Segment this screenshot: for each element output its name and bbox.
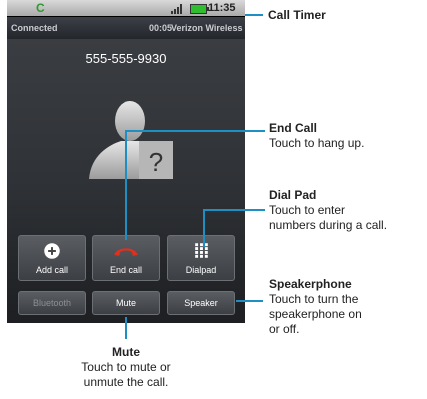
speakerphone-title: Speakerphone <box>269 277 352 291</box>
speakerphone-desc-3: or off. <box>269 322 300 336</box>
end-call-callout: End Call Touch to hang up. <box>269 121 364 151</box>
dialpad-callout-line-v <box>203 209 205 247</box>
speakerphone-callout-line <box>236 300 263 302</box>
bluetooth-label: Bluetooth <box>32 298 72 308</box>
add-icon <box>44 243 60 259</box>
dial-pad-title: Dial Pad <box>269 188 317 202</box>
call-timer-callout-line <box>245 14 263 16</box>
speaker-button[interactable]: Speaker <box>167 291 235 315</box>
carrier-name: Verizon Wireless <box>171 23 243 33</box>
phone-number: 555-555-9930 <box>85 51 167 66</box>
dialpad-label: Dialpad <box>185 265 217 275</box>
dial-pad-callout: Dial Pad Touch to enter numbers during a… <box>269 188 387 233</box>
dial-pad-desc-2: numbers during a call. <box>269 218 388 232</box>
end-call-label: End call <box>109 265 143 275</box>
dialpad-callout-line-h <box>203 209 265 211</box>
end-call-title: End Call <box>269 121 318 135</box>
mute-desc-2: unmute the call. <box>83 375 169 389</box>
end-call-callout-line-v <box>125 130 127 240</box>
mute-title: Mute <box>112 345 140 359</box>
mute-desc-1: Touch to mute or <box>81 360 171 374</box>
end-call-button[interactable]: End call <box>92 235 160 281</box>
dialpad-icon <box>195 243 208 258</box>
add-call-label: Add call <box>35 265 69 275</box>
speakerphone-desc-2: speakerphone on <box>269 307 362 321</box>
dialpad-button[interactable]: Dialpad <box>167 235 235 281</box>
carrier-indicator: C <box>36 1 45 15</box>
mute-callout-line <box>125 317 127 339</box>
mute-button[interactable]: Mute <box>92 291 160 315</box>
mute-callout: Mute Touch to mute or unmute the call. <box>48 345 204 390</box>
speakerphone-desc-1: Touch to turn the <box>269 292 359 306</box>
speakerphone-callout: Speakerphone Touch to turn the speakerph… <box>269 277 362 337</box>
unknown-contact-mark: ? <box>149 147 163 177</box>
battery-icon <box>190 4 209 14</box>
call-timer-title: Call Timer <box>268 8 326 22</box>
end-call-callout-line-h <box>125 130 265 132</box>
mute-label: Mute <box>115 298 136 308</box>
add-call-button[interactable]: Add call <box>18 235 86 281</box>
contact-avatar-icon: ? <box>89 101 173 179</box>
signal-icon <box>171 4 183 14</box>
call-info-bar: Connected 00:05 Verizon Wireless <box>7 17 245 39</box>
speaker-label: Speaker <box>184 298 218 308</box>
status-clock: 11:35 <box>208 2 236 14</box>
dial-pad-desc-1: Touch to enter <box>269 203 346 217</box>
bluetooth-button[interactable]: Bluetooth <box>18 291 86 315</box>
status-bar: C 11:35 <box>7 0 245 16</box>
hang-up-icon <box>114 248 138 256</box>
end-call-desc: Touch to hang up. <box>269 136 365 150</box>
call-duration: 00:05 <box>149 23 173 33</box>
call-state: Connected <box>11 23 58 33</box>
